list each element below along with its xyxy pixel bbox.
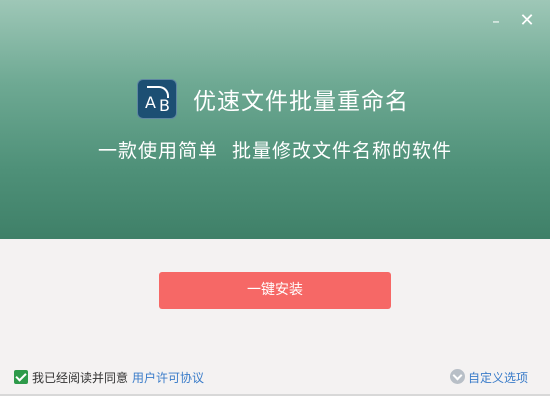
agree-label: 我已经阅读并同意 [32,371,129,385]
app-logo-icon: A B [137,79,177,119]
agree-checkbox[interactable] [14,370,28,384]
install-button[interactable]: 一键安装 [159,272,391,309]
minimize-button[interactable]: – [485,10,507,32]
custom-options-link[interactable]: 自定义选项 [468,369,528,386]
footer-bar: 我已经阅读并同意 用户许可协议 自定义选项 [0,366,550,388]
header-banner: – ✕ A B 优速文件批量重命名 一款使用简单 批量修改文件名称的软件 [0,0,550,239]
app-subtitle: 一款使用简单 批量修改文件名称的软件 [97,140,453,162]
brand: A B 优速文件批量重命名 [137,79,409,119]
chevron-down-circle-icon[interactable] [450,369,465,384]
logo-letter-b: B [159,96,170,115]
close-button[interactable]: ✕ [516,10,538,32]
logo-letter-a: A [145,93,156,112]
app-title: 优速文件批量重命名 [193,89,409,115]
license-agreement-link[interactable]: 用户许可协议 [132,369,204,386]
